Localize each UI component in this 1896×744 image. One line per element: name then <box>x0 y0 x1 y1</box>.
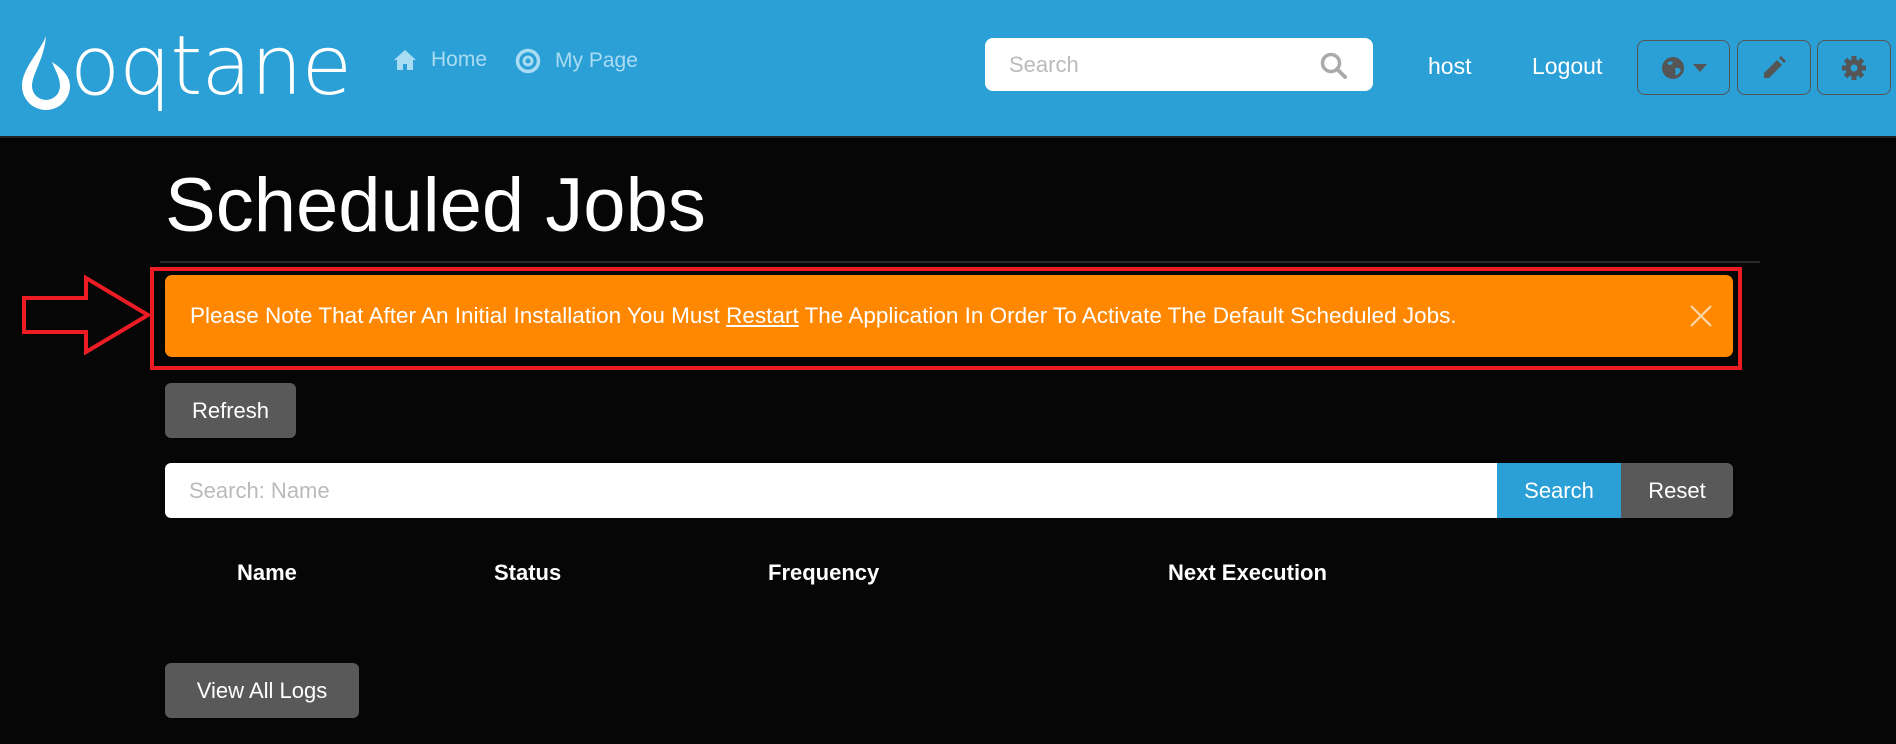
divider <box>160 261 1760 263</box>
search-button[interactable]: Search <box>1497 463 1621 518</box>
search-icon[interactable] <box>1320 52 1348 80</box>
alert-text: Please Note That After An Initial Instal… <box>190 303 727 328</box>
column-header-name: Name <box>237 560 297 585</box>
settings-button[interactable] <box>1817 40 1891 95</box>
top-navbar: oqtane Home My Page host Logout <box>0 0 1896 138</box>
annotation-arrow-icon <box>22 275 152 355</box>
column-header-next-execution: Next Execution <box>1168 560 1327 585</box>
caret-down-icon <box>1692 63 1707 72</box>
logo-text: oqtane <box>70 19 352 114</box>
nav-home-label: Home <box>431 48 488 71</box>
globe-icon <box>1661 56 1684 79</box>
name-filter <box>165 463 1497 518</box>
nav-home[interactable]: Home <box>393 48 487 72</box>
column-header-frequency: Frequency <box>768 560 880 585</box>
logo[interactable]: oqtane <box>14 26 354 116</box>
droplet-logo-icon <box>22 36 70 110</box>
restart-link[interactable]: Restart <box>726 303 799 329</box>
edit-mode-button[interactable] <box>1737 40 1811 95</box>
site-search <box>985 38 1373 91</box>
refresh-button[interactable]: Refresh <box>165 383 296 438</box>
name-filter-input[interactable] <box>165 463 1497 518</box>
gear-icon <box>1842 55 1866 80</box>
language-dropdown-button[interactable] <box>1637 40 1730 95</box>
nav-my-page-label: My Page <box>555 49 638 72</box>
nav-my-page[interactable]: My Page <box>515 48 638 74</box>
page-title: Scheduled Jobs <box>165 163 706 248</box>
restart-warning-alert: Please Note That After An Initial Instal… <box>165 275 1733 357</box>
site-search-input[interactable] <box>985 38 1285 91</box>
reset-button[interactable]: Reset <box>1621 463 1733 518</box>
target-icon <box>515 48 541 74</box>
view-all-logs-button[interactable]: View All Logs <box>165 663 359 718</box>
pencil-icon <box>1764 55 1786 78</box>
user-profile-link[interactable]: host <box>1428 53 1471 80</box>
column-header-status: Status <box>494 560 562 585</box>
close-icon[interactable] <box>1689 304 1713 328</box>
home-icon <box>394 50 416 70</box>
logout-link[interactable]: Logout <box>1532 53 1602 80</box>
alert-text-end: The Application In Order To Activate The… <box>798 303 1457 328</box>
